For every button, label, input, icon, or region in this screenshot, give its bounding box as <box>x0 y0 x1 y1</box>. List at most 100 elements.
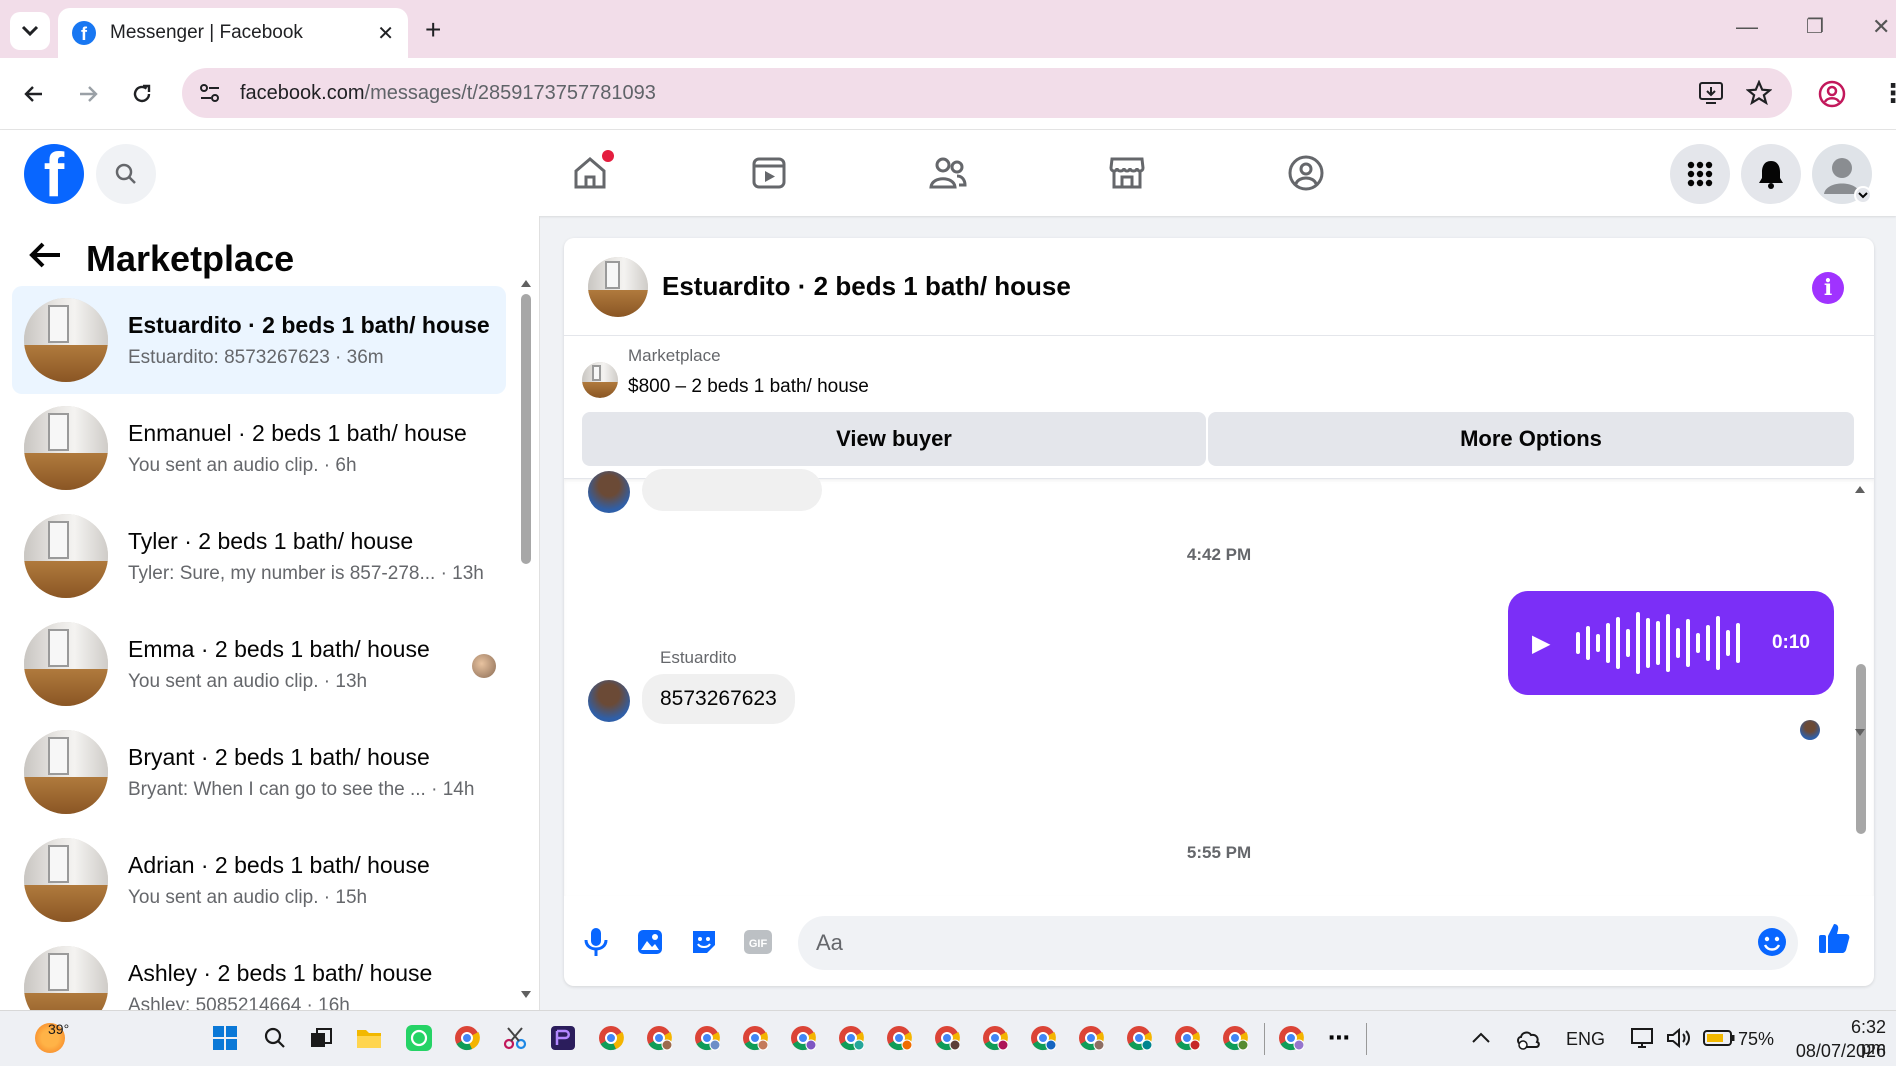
browser-tab[interactable]: f Messenger | Facebook ✕ <box>58 8 408 58</box>
reload-button[interactable] <box>126 78 158 110</box>
site-settings-icon[interactable] <box>196 79 224 107</box>
url-host: facebook.com <box>240 81 365 104</box>
more-options-button[interactable]: More Options <box>1208 412 1854 466</box>
scroll-down-icon[interactable] <box>1854 728 1866 738</box>
conversation-item[interactable]: Bryant · 2 beds 1 bath/ house Bryant: Whe… <box>12 718 506 826</box>
address-bar[interactable]: facebook.com/messages/t/2859173757781093 <box>182 68 1792 118</box>
view-buyer-button[interactable]: View buyer <box>582 412 1206 466</box>
timestamp: 5:55 PM <box>1186 843 1252 862</box>
home-nav[interactable] <box>560 146 620 200</box>
marketplace-nav[interactable] <box>1097 146 1157 200</box>
chrome-profile-icon[interactable] <box>1076 1023 1106 1053</box>
conversation-item[interactable]: Estuardito · 2 beds 1 bath/ house Estuard… <box>12 286 506 394</box>
play-icon[interactable]: ▶ <box>1532 629 1550 658</box>
marketplace-icon <box>1109 157 1145 189</box>
chrome-icon[interactable] <box>596 1023 626 1053</box>
account-button[interactable] <box>1812 144 1872 204</box>
scroll-up-icon[interactable] <box>1854 484 1866 494</box>
conversation-item[interactable]: Emma · 2 beds 1 bath/ house You sent an a… <box>12 610 506 718</box>
friends-nav[interactable] <box>918 146 978 200</box>
conversation-item[interactable]: Tyler · 2 beds 1 bath/ house Tyler: Sure,… <box>12 502 506 610</box>
new-tab-button[interactable]: + <box>425 14 441 46</box>
install-app-icon[interactable] <box>1698 80 1724 111</box>
app-icon-purple[interactable] <box>548 1023 578 1053</box>
scrollbar-thumb[interactable] <box>521 294 531 564</box>
audio-message-bubble[interactable]: ▶ 0:10 <box>1508 591 1834 695</box>
arrow-left-icon <box>24 86 42 102</box>
minimize-button[interactable]: — <box>1736 14 1758 40</box>
scrollbar-thumb[interactable] <box>1856 664 1866 834</box>
contact-avatar[interactable] <box>588 680 630 722</box>
task-view-icon[interactable] <box>306 1023 336 1053</box>
chrome-profile-icon[interactable] <box>692 1023 722 1053</box>
whatsapp-icon[interactable] <box>404 1023 434 1053</box>
listing-avatar[interactable] <box>588 256 648 317</box>
emoji-icon[interactable] <box>1756 926 1788 964</box>
chrome-profile-icon[interactable] <box>932 1023 962 1053</box>
like-icon[interactable] <box>1816 920 1852 956</box>
chat-panel: Estuardito · 2 beds 1 bath/ house i Mark… <box>564 238 1874 986</box>
conversation-preview: You sent an audio clip. · 15h <box>128 886 368 908</box>
chat-scrollbar[interactable] <box>1854 484 1866 884</box>
message-input[interactable]: Aa <box>798 916 1798 970</box>
sticker-icon[interactable] <box>686 924 722 960</box>
tab-close-icon[interactable]: ✕ <box>377 21 394 46</box>
language-indicator[interactable]: ENG <box>1566 1029 1605 1050</box>
photo-icon[interactable] <box>632 924 668 960</box>
sidebar-scrollbar[interactable] <box>520 280 532 1000</box>
tab-search-button[interactable] <box>10 12 50 50</box>
show-hidden-icons[interactable] <box>1466 1023 1496 1053</box>
menu-button[interactable] <box>1670 144 1730 204</box>
message-bubble[interactable]: 8573267623 <box>642 674 795 724</box>
weather-temp: 39° <box>48 1021 70 1037</box>
scroll-up-icon[interactable] <box>520 278 532 288</box>
chrome-profile-icon[interactable] <box>740 1023 770 1053</box>
scroll-down-icon[interactable] <box>520 990 532 1000</box>
chrome-profile-icon[interactable] <box>1124 1023 1154 1053</box>
chrome-profile-icon[interactable] <box>1172 1023 1202 1053</box>
onedrive-icon[interactable] <box>1514 1023 1544 1053</box>
chrome-profile-icon[interactable] <box>980 1023 1010 1053</box>
info-icon[interactable]: i <box>1812 272 1844 304</box>
notifications-button[interactable] <box>1741 144 1801 204</box>
browser-tab-bar: f Messenger | Facebook ✕ + — ❐ ✕ <box>0 0 1896 58</box>
chrome-profile-icon[interactable] <box>644 1023 674 1053</box>
conversation-sidebar: Marketplace Estuardito · 2 beds 1 bath/ … <box>0 216 540 1010</box>
bookmark-star-icon[interactable] <box>1745 79 1773 111</box>
chrome-profile-icon[interactable] <box>1028 1023 1058 1053</box>
back-arrow-icon[interactable] <box>28 240 62 279</box>
chat-title[interactable]: Estuardito · 2 beds 1 bath/ house <box>662 271 1071 302</box>
facebook-search-button[interactable] <box>96 144 156 204</box>
more-apps-icon[interactable]: ⋯ <box>1324 1023 1354 1053</box>
chrome-profile-icon[interactable] <box>1220 1023 1250 1053</box>
chrome-profile-icon[interactable] <box>1276 1023 1306 1053</box>
battery-icon[interactable] <box>1702 1023 1736 1053</box>
video-nav[interactable] <box>739 146 799 200</box>
facebook-logo[interactable]: f <box>24 144 84 204</box>
chrome-icon[interactable] <box>452 1023 482 1053</box>
groups-nav[interactable] <box>1276 146 1336 200</box>
microphone-icon[interactable] <box>578 924 614 960</box>
close-window-button[interactable]: ✕ <box>1872 14 1890 40</box>
start-button[interactable] <box>210 1023 240 1053</box>
browser-menu-icon[interactable]: ⋮ <box>1880 78 1896 109</box>
conversation-name: Adrian · 2 beds 1 bath/ house <box>128 851 430 878</box>
volume-icon[interactable] <box>1664 1023 1694 1053</box>
file-explorer-icon[interactable] <box>354 1023 384 1053</box>
gif-icon[interactable]: GIF <box>740 924 776 960</box>
network-icon[interactable] <box>1628 1023 1658 1053</box>
forward-button[interactable] <box>72 78 104 110</box>
conversation-item[interactable]: Enmanuel · 2 beds 1 bath/ house You sent … <box>12 394 506 502</box>
clock-date[interactable]: 08/07/2026 <box>1790 1041 1886 1062</box>
conversation-item[interactable]: Adrian · 2 beds 1 bath/ house You sent an… <box>12 826 506 934</box>
profile-icon[interactable] <box>1818 80 1846 113</box>
taskbar-search-icon[interactable] <box>260 1023 290 1053</box>
chrome-profile-icon[interactable] <box>884 1023 914 1053</box>
restore-button[interactable]: ❐ <box>1806 14 1824 39</box>
back-button[interactable] <box>18 78 50 110</box>
conversation-item[interactable]: Ashley · 2 beds 1 bath/ house Ashley: 508… <box>12 934 506 1010</box>
conversation-name: Ashley · 2 beds 1 bath/ house <box>128 959 433 986</box>
chrome-profile-icon[interactable] <box>788 1023 818 1053</box>
snipping-tool-icon[interactable] <box>500 1023 530 1053</box>
chrome-profile-icon[interactable] <box>836 1023 866 1053</box>
